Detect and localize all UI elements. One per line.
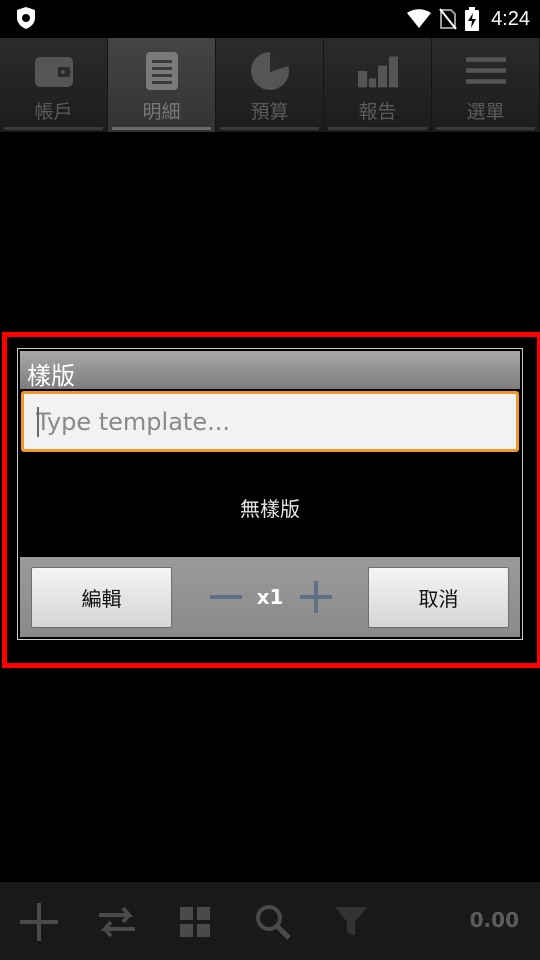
tab-label: 選單 — [466, 101, 505, 123]
bar-chart-icon — [357, 56, 398, 88]
dialog-title: 樣版 — [27, 362, 75, 390]
filter-button[interactable] — [331, 902, 371, 942]
tab-reports[interactable]: 報告 — [324, 38, 432, 132]
status-icons: 4:24 — [407, 0, 530, 38]
tab-indicator — [328, 127, 427, 130]
plus-icon — [20, 903, 58, 941]
status-bar: 4:24 — [0, 0, 540, 38]
no-sim-icon — [439, 8, 457, 30]
tab-label: 明細 — [142, 101, 181, 123]
tab-accounts[interactable]: 帳戶 — [0, 38, 108, 132]
pie-chart-icon — [250, 52, 289, 90]
cancel-button[interactable]: 取消 — [368, 567, 509, 628]
wallet-icon — [34, 57, 73, 87]
text-cursor — [37, 407, 39, 437]
transfer-button[interactable] — [97, 902, 137, 942]
search-button[interactable] — [253, 902, 293, 942]
template-dialog: 樣版 無樣版 編輯 x1 取消 — [17, 348, 523, 640]
tab-label: 報告 — [358, 101, 397, 123]
shield-icon — [17, 7, 35, 29]
bottom-toolbar: 0.00 — [0, 882, 540, 960]
tab-indicator — [112, 127, 211, 130]
tab-indicator — [4, 127, 103, 130]
empty-template-message: 無樣版 — [240, 497, 300, 521]
edit-button[interactable]: 編輯 — [31, 567, 172, 628]
tab-menu[interactable]: 選單 — [432, 38, 540, 132]
tab-label: 帳戶 — [34, 101, 73, 123]
grid-icon — [180, 907, 210, 937]
tab-budget[interactable]: 預算 — [216, 38, 324, 132]
filter-icon — [335, 907, 367, 936]
tab-indicator — [220, 127, 319, 130]
multiplier-value: x1 — [256, 585, 284, 609]
tab-bar: 帳戶 明細 預算 報告 選單 — [0, 38, 540, 132]
menu-icon — [465, 57, 506, 84]
wifi-icon — [407, 9, 432, 28]
tab-details[interactable]: 明細 — [108, 38, 216, 132]
clock: 4:24 — [491, 7, 530, 30]
document-icon — [145, 52, 178, 90]
tab-label: 預算 — [250, 101, 289, 123]
transfer-icon — [99, 906, 135, 938]
minus-icon[interactable] — [208, 582, 244, 612]
grid-button[interactable] — [175, 902, 215, 942]
battery-charging-icon — [465, 7, 480, 31]
dialog-footer: 編輯 x1 取消 — [20, 557, 520, 637]
dialog-title-bar: 樣版 — [20, 351, 520, 390]
search-icon — [256, 905, 291, 940]
plus-icon[interactable] — [298, 579, 334, 615]
add-button[interactable] — [19, 902, 59, 942]
template-input[interactable] — [21, 391, 519, 452]
total-amount: 0.00 — [469, 908, 519, 932]
tab-indicator — [436, 127, 535, 130]
